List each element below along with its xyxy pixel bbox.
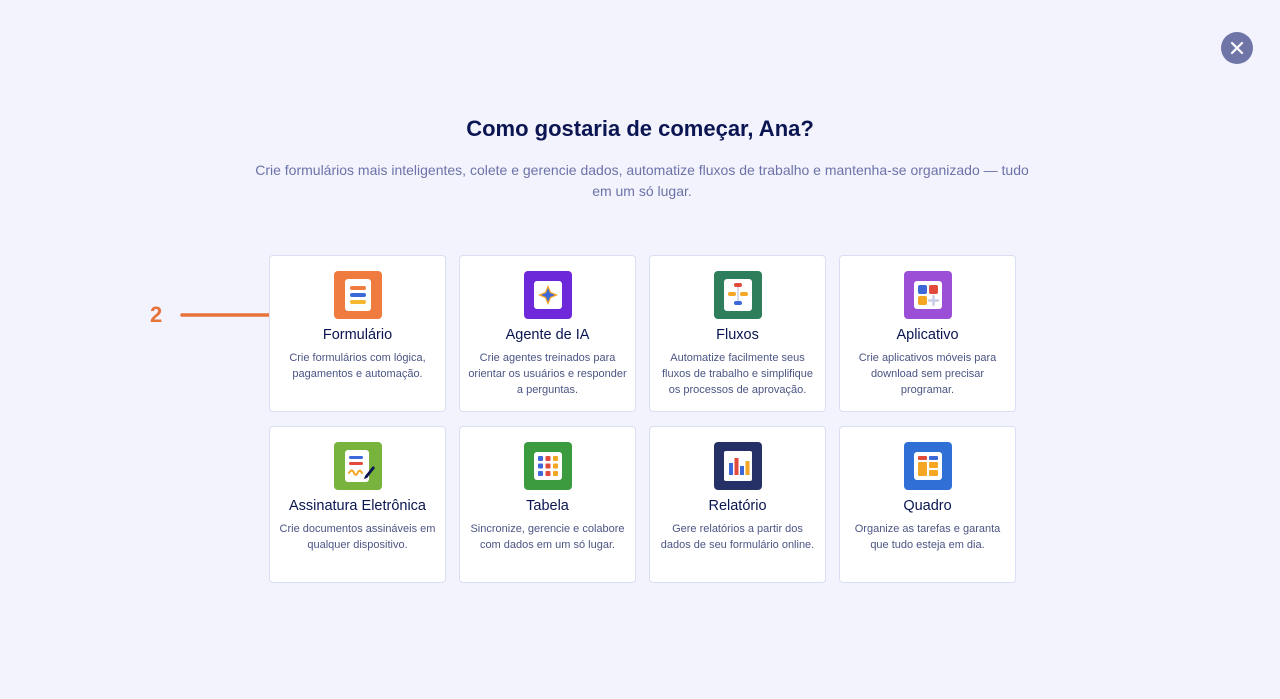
e-signature-icon xyxy=(333,442,382,490)
ai-agent-icon xyxy=(523,271,572,319)
close-icon xyxy=(1230,41,1244,55)
card-title: Assinatura Eletrônica xyxy=(288,498,426,514)
card-description: Gere relatórios a partir dos dados de se… xyxy=(660,523,815,551)
card-title: Relatório xyxy=(708,498,767,514)
card-title: Fluxos xyxy=(716,327,759,343)
workflow-icon xyxy=(713,271,762,319)
options-grid: Formulário Crie formulários com lógica, … xyxy=(269,255,1016,583)
card-description: Crie formulários com lógica, pagamentos … xyxy=(289,352,426,380)
close-button[interactable] xyxy=(1221,32,1253,64)
card-agente-de-ia[interactable]: Agente de IA Crie agentes treinados para… xyxy=(459,255,636,412)
card-description: Sincronize, gerencie e colabore com dado… xyxy=(470,523,625,551)
card-title: Quadro xyxy=(903,498,952,514)
card-description: Crie agentes treinados para orientar os … xyxy=(468,352,627,396)
page-title: Como gostaria de começar, Ana? xyxy=(466,116,814,141)
card-title: Aplicativo xyxy=(896,327,959,343)
report-icon xyxy=(713,442,762,490)
card-description: Organize as tarefas e garanta que tudo e… xyxy=(854,523,1001,551)
card-description: Crie documentos assináveis em qualquer d… xyxy=(279,523,436,551)
page-subtitle: Crie formulários mais inteligentes, cole… xyxy=(255,162,1029,199)
board-icon xyxy=(903,442,952,490)
card-description: Automatize facilmente seus fluxos de tra… xyxy=(661,352,814,396)
card-aplicativo[interactable]: Aplicativo Crie aplicativos móveis para … xyxy=(839,255,1016,412)
card-tabela[interactable]: Tabela Sincronize, gerencie e colabore c… xyxy=(459,426,636,583)
create-options-page: Como gostaria de começar, Ana? Crie form… xyxy=(0,0,1280,699)
card-quadro[interactable]: Quadro Organize as tarefas e garanta que… xyxy=(839,426,1016,583)
card-relatorio[interactable]: Relatório Gere relatórios a partir dos d… xyxy=(649,426,826,583)
card-formulario[interactable]: Formulário Crie formulários com lógica, … xyxy=(269,255,446,412)
card-fluxos[interactable]: Fluxos Automatize facilmente seus fluxos… xyxy=(649,255,826,412)
annotation-number: 2 xyxy=(150,302,163,327)
card-title: Agente de IA xyxy=(505,327,590,343)
card-title: Tabela xyxy=(526,498,569,514)
app-icon xyxy=(903,271,952,319)
card-assinatura-eletronica[interactable]: Assinatura Eletrônica Crie documentos as… xyxy=(269,426,446,583)
card-description: Crie aplicativos móveis para download se… xyxy=(858,352,997,396)
form-icon xyxy=(333,271,382,319)
table-icon xyxy=(523,442,572,490)
card-title: Formulário xyxy=(322,327,393,343)
